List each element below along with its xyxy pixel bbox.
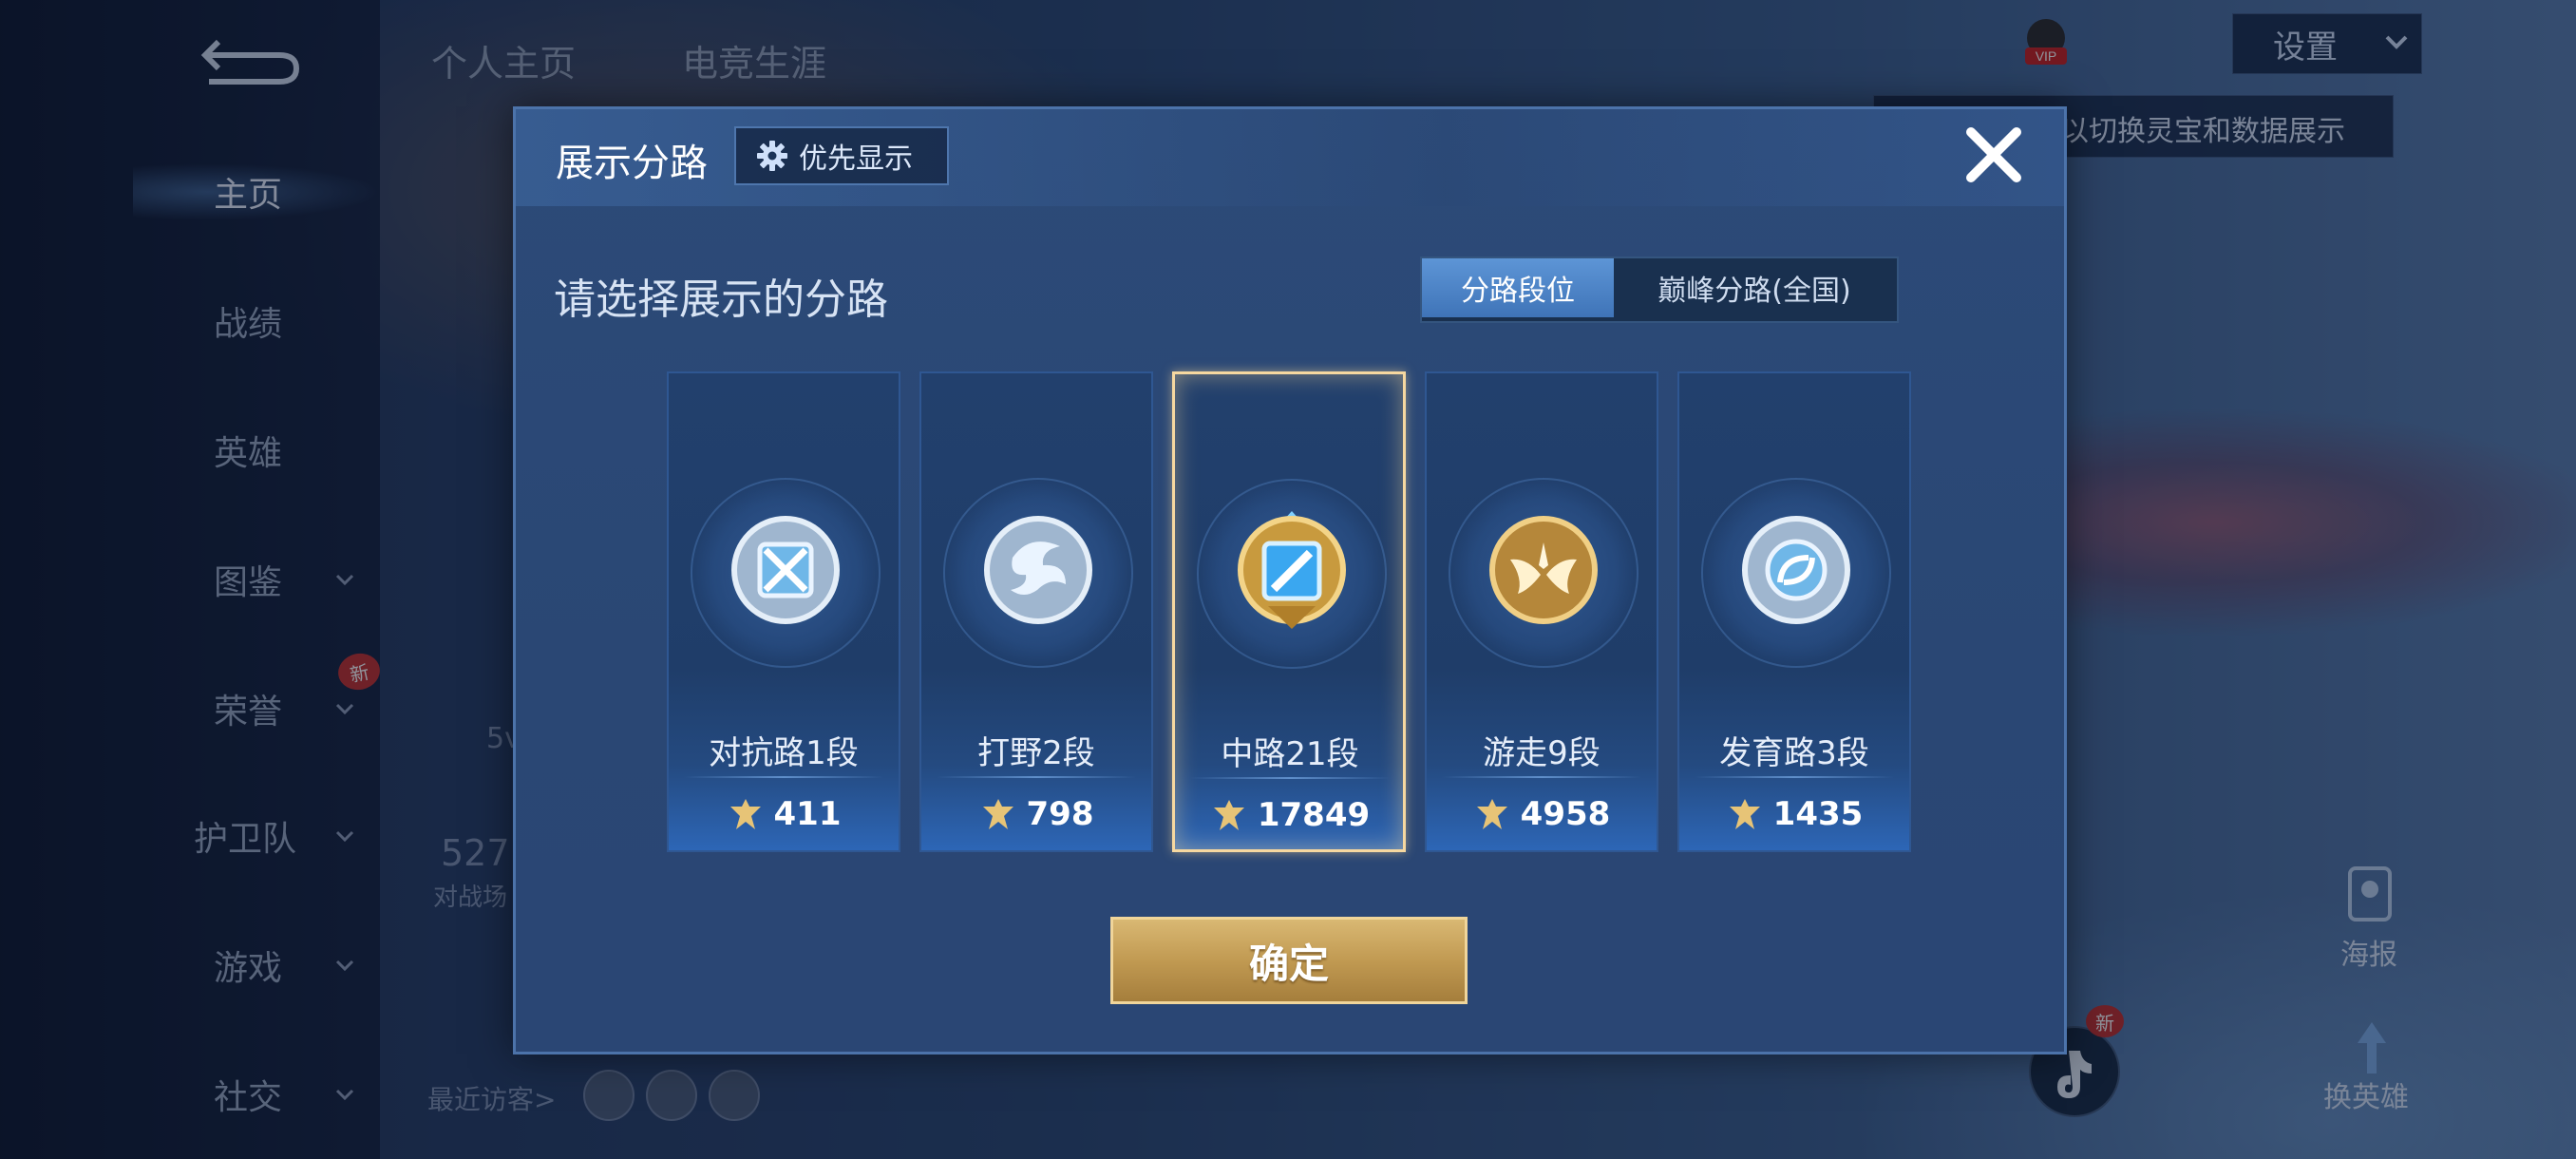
lane-card-roam[interactable]: 游走9段 4958 [1425,371,1658,852]
lane-card-clash[interactable]: 对抗路1段 411 [667,371,900,852]
lane-type-toggle: 分路段位 巅峰分路(全国) [1420,256,1899,323]
lane-card-farm[interactable]: 发育路3段 1435 [1677,371,1911,852]
tab-lane-rank[interactable]: 分路段位 [1422,258,1614,317]
dialog-subtitle: 请选择展示的分路 [554,276,888,324]
farm-lane-emblem-icon [1742,516,1850,624]
divider [1190,777,1390,779]
lane-name: 游走9段 [1483,734,1601,772]
close-button[interactable] [1960,121,2028,189]
lane-card-jungle[interactable]: 打野2段 798 [919,371,1153,852]
lane-score: 17849 [1175,796,1405,834]
points-icon [1213,800,1244,830]
roam-emblem-icon [1489,516,1598,624]
jungle-emblem-icon [984,516,1092,624]
divider [1695,776,1894,778]
dialog-title: 展示分路 [556,142,708,185]
lane-score-value: 798 [1026,795,1094,833]
confirm-button[interactable]: 确定 [1110,917,1468,1004]
mid-lane-emblem-icon [1238,511,1346,629]
lane-score: 1435 [1679,795,1909,833]
lane-name: 对抗路1段 [709,734,859,772]
divider [1442,776,1641,778]
clash-lane-emblem-icon [731,516,840,624]
lane-name: 打野2段 [977,734,1095,772]
lane-card-mid[interactable]: 中路21段 17849 [1172,371,1406,852]
priority-display-label: 优先显示 [799,142,913,176]
lane-card-list: 对抗路1段 411 打野2段 798 中路21段 17849 游走9段 4958… [667,371,1917,854]
lane-score: 4958 [1427,795,1657,833]
points-icon [982,799,1013,829]
confirm-label: 确定 [1248,940,1329,987]
points-icon [1729,799,1760,829]
lane-name: 中路21段 [1221,735,1359,773]
priority-display-button[interactable]: 优先显示 [734,126,949,185]
gear-icon [757,141,787,171]
lane-display-dialog: 展示分路 优先显示 请选择展示的分路 分路段位 巅峰分路(全国) 对抗路1段 4… [513,106,2067,1054]
lane-name: 发育路3段 [1719,734,1869,772]
lane-score-value: 411 [773,795,842,833]
tab-peak-lane-national[interactable]: 巅峰分路(全国) [1614,258,1895,317]
divider [937,776,1136,778]
divider [684,776,883,778]
lane-score-value: 17849 [1257,796,1371,834]
points-icon [729,799,761,829]
lane-score-value: 1435 [1772,795,1864,833]
lane-score: 798 [921,795,1151,833]
lane-score-value: 4958 [1520,795,1611,833]
close-icon [1966,127,2021,182]
lane-score: 411 [669,795,899,833]
points-icon [1476,799,1507,829]
